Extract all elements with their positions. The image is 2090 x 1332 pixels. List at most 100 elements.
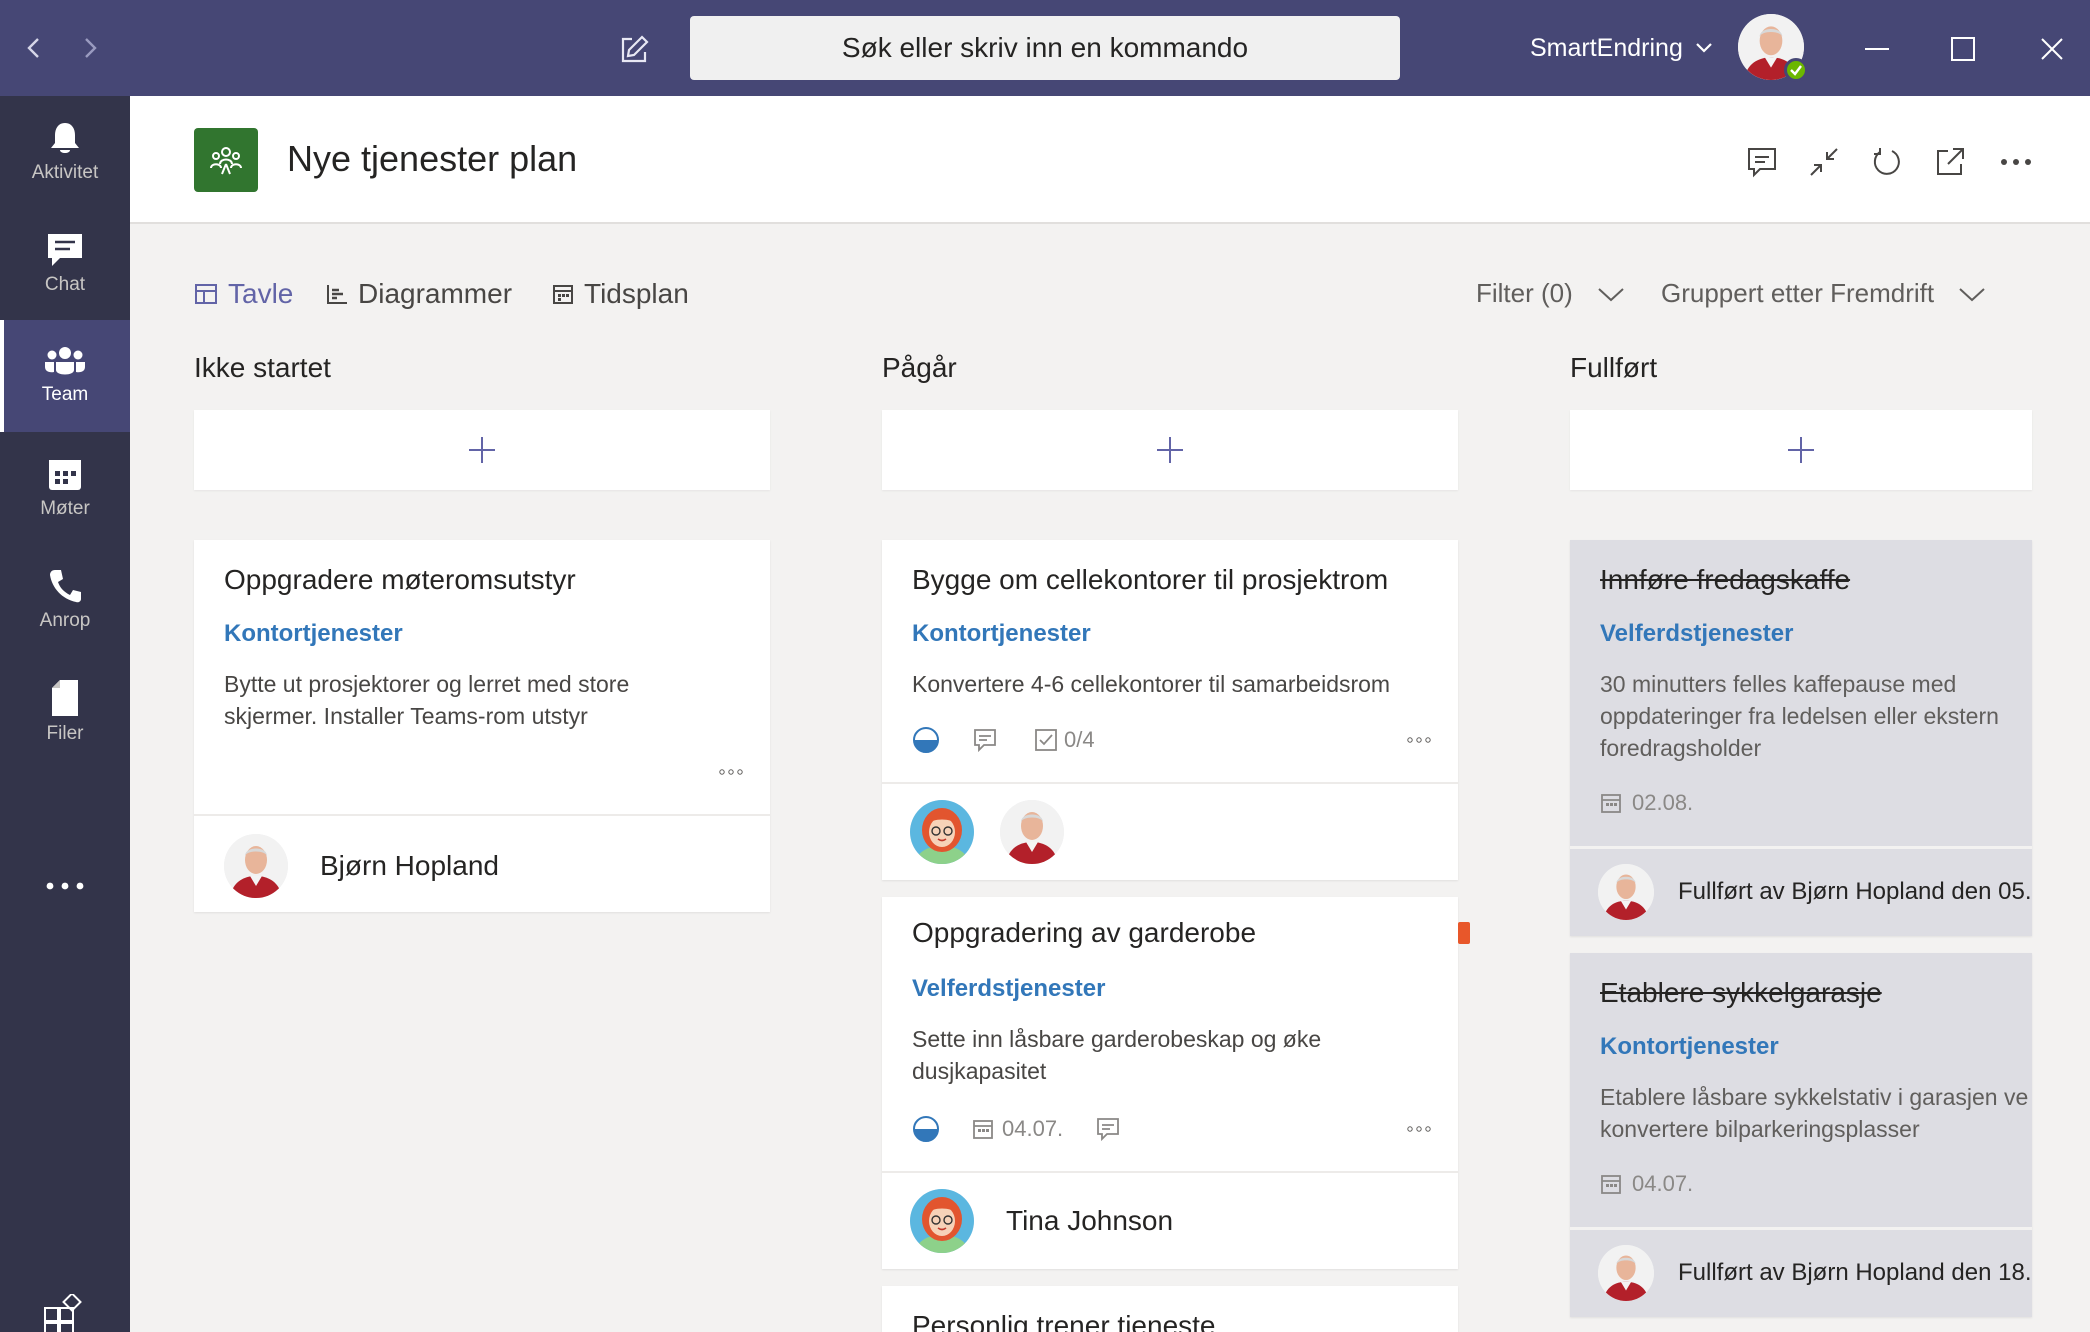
task-title: Oppgradering av garderobe [912,917,1257,948]
tab-charts[interactable]: Diagrammer [326,278,512,310]
rail-item-label: Aktivitet [31,162,99,183]
chevron-left-icon [27,38,39,58]
rail-item-activity[interactable]: Aktivitet [0,96,130,208]
add-task-button[interactable] [882,410,1458,490]
description-line: skjermer. Installer Teams-rom utstyr [224,703,588,729]
tab-board[interactable]: Tavle [194,278,293,310]
planner-people-icon [210,147,242,175]
chevron-right-icon [85,38,97,58]
due-date: 02.08. [1632,790,1694,815]
rail-item-files[interactable]: Filer [0,656,130,768]
conversation-button[interactable] [1742,142,1782,182]
card-divider [882,1171,1458,1173]
task-meta: 0/4 [912,726,1095,754]
filter-dropdown[interactable]: Filter (0) [1476,278,1625,309]
tab-schedule[interactable]: Tidsplan [552,278,689,310]
rail-item-label: Team [41,384,89,405]
task-assignee[interactable]: Tina Johnson [910,1189,1173,1253]
refresh-icon [1873,148,1900,175]
task-meta: 04.07. [912,1115,1121,1143]
open-in-browser-button[interactable] [1930,142,1970,182]
task-bucket[interactable]: Velferdstjenester [912,975,1105,1003]
store-button[interactable] [42,1292,86,1332]
description-line: foredragsholder [1600,735,1762,761]
tab-label: Diagrammer [358,278,513,309]
task-card[interactable]: Oppgradere møteromsutstyr Kontortjeneste… [194,540,770,912]
minimize-button[interactable] [1852,24,1902,74]
progress-in-progress-icon[interactable] [912,726,940,754]
description-line: Etablere låsbare sykkelstativ i garasjen… [1600,1084,2029,1110]
plan-header: Nye tjenester plan [130,96,2090,224]
calendar-icon [1601,794,1621,813]
refresh-button[interactable] [1867,142,1907,182]
task-bucket[interactable]: Velferdstjenester [1600,620,1793,648]
add-task-button[interactable] [1570,410,2032,490]
rail-item-chat[interactable]: Chat [0,208,130,320]
teams-icon [45,347,85,375]
avatar [910,800,974,864]
completed-by: Fullført av Bjørn Hopland den 18.0 [1598,1245,2032,1301]
column-title-not-started: Ikke startet [194,352,331,383]
rail-item-label: Chat [44,274,86,295]
tab-label: Tidsplan [584,278,689,309]
task-more-button[interactable] [1402,1119,1436,1139]
maximize-button[interactable] [1938,24,1988,74]
checklist-icon [1035,729,1057,751]
task-title: Personlig trener tjeneste [912,1310,1216,1332]
chart-icon [327,285,347,304]
task-bucket[interactable]: Kontortjenester [1600,1033,1779,1061]
due-date: 04.07. [1632,1171,1694,1196]
task-more-button[interactable] [1402,730,1436,750]
close-button[interactable] [2027,24,2077,74]
task-description: Konvertere 4-6 cellekontorer til samarbe… [912,668,1390,700]
task-assignees[interactable] [910,800,1064,864]
more-apps-button[interactable] [0,866,130,906]
avatar [1000,800,1064,864]
description-line: oppdateringer fra ledelsen eller ekstern [1600,703,1999,729]
search-placeholder: Søk eller skriv inn en kommando [841,32,1249,63]
rail-item-calls[interactable]: Anrop [0,544,130,656]
profile-avatar[interactable] [1738,14,1808,82]
task-bucket[interactable]: Kontortjenester [224,620,403,648]
rail-item-meetings[interactable]: Møter [0,432,130,544]
group-by-dropdown[interactable]: Gruppert etter Fremdrift [1661,278,1986,309]
compose-icon [621,35,649,63]
task-meta: 02.08. [1600,790,1693,816]
collapse-button[interactable] [1804,142,1844,182]
avatar [1598,1245,1654,1301]
assignee-name: Tina Johnson [1006,1205,1174,1236]
org-switcher[interactable]: SmartEndring [1530,28,1713,68]
more-options-button[interactable] [1996,142,2036,182]
rail-item-label: Filer [46,723,84,744]
task-card[interactable]: Oppgradering av garderobe Velferdstjenes… [882,897,1458,1269]
more-horizontal-icon [46,882,84,890]
avatar [910,1189,974,1253]
file-icon [52,680,78,716]
calendar-icon [553,285,573,304]
planner-app-icon [194,128,258,192]
task-bucket[interactable]: Kontortjenester [912,620,1091,648]
new-chat-button[interactable] [612,28,656,72]
task-card[interactable]: Bygge om cellekontorer til prosjektrom K… [882,540,1458,880]
rail-item-teams[interactable]: Team [0,320,130,432]
rail-item-label: Møter [40,498,90,519]
task-assignee[interactable]: Bjørn Hopland [224,834,499,898]
progress-in-progress-icon[interactable] [912,1115,940,1143]
page-title: Nye tjenester plan [287,138,578,179]
task-card[interactable]: Personlig trener tjeneste [882,1286,1458,1332]
presence-available-icon [1784,58,1808,82]
checklist-count: 0/4 [1064,727,1095,752]
add-task-button[interactable] [194,410,770,490]
task-card-completed[interactable]: Innføre fredagskaffe Velferdstjenester 3… [1570,540,2032,936]
forward-button[interactable] [70,28,110,68]
description-line: Sette inn låsbare garderobeskap og øke [912,1026,1322,1052]
task-card-completed[interactable]: Etablere sykkelgarasje Kontortjenester E… [1570,953,2032,1317]
assignee-name: Bjørn Hopland [320,850,499,881]
task-more-button[interactable] [714,762,748,782]
calendar-icon [49,460,81,490]
due-date: 04.07. [1002,1116,1064,1141]
search-input[interactable]: Søk eller skriv inn en kommando [690,16,1400,80]
group-by-label: Gruppert etter Fremdrift [1661,278,1935,308]
task-title: Bygge om cellekontorer til prosjektrom [912,564,1389,595]
back-button[interactable] [14,28,54,68]
